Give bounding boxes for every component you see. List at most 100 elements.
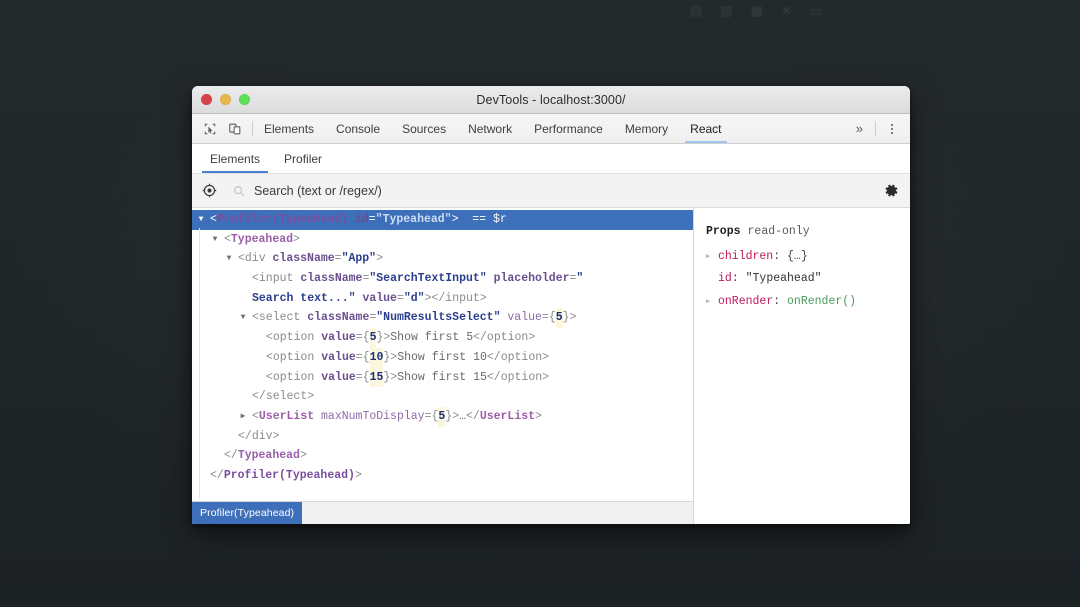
tree-row[interactable]: < option value ={10}> Show first 10 </option… — [192, 347, 693, 368]
prop-separator: : — [773, 249, 788, 263]
tree-token-punc: < — [224, 232, 231, 246]
tree-token-punc: }> — [562, 311, 577, 325]
tree-row[interactable]: <UserList maxNumToDisplay={5}>…</UserLis… — [192, 406, 693, 427]
tab-console[interactable]: Console — [325, 114, 391, 143]
tree-token-text — [266, 249, 273, 269]
toolbar-right-controls: » — [850, 114, 910, 143]
component-tree-scroll[interactable]: <Profiler(Typeahead) id="Typeahead"> == … — [192, 208, 693, 501]
tree-token-punc: < — [266, 350, 273, 364]
tree-row[interactable]: <input className="SearchTextInput" place… — [192, 269, 693, 308]
chevron-right-icon[interactable] — [706, 291, 718, 314]
chevron-right-icon[interactable] — [706, 246, 718, 269]
tab-network[interactable]: Network — [457, 114, 523, 143]
tree-token-text — [314, 348, 321, 368]
tree-token-punc: = — [396, 291, 404, 305]
devtools-toolbar: Elements Console Sources Network Perform… — [192, 114, 910, 144]
tree-token-tag: option — [272, 370, 315, 384]
chevron-down-icon[interactable] — [196, 210, 206, 230]
tree-token-punc: > — [528, 331, 536, 345]
traffic-lights — [201, 94, 250, 105]
tree-row[interactable]: </Typeahead > — [192, 446, 693, 466]
tree-token-punc: </ — [486, 370, 501, 384]
react-subtab-bar: Elements Profiler — [192, 144, 910, 174]
tree-token-punc: < — [266, 370, 273, 384]
tab-sources[interactable]: Sources — [391, 114, 457, 143]
tree-row[interactable]: <div className="App"> — [192, 249, 693, 269]
tree-token-punc: }> — [445, 409, 460, 423]
tree-token-punc: > — [376, 252, 383, 266]
tree-token-attr: value — [507, 311, 542, 325]
tree-token-compb: Profiler(Typeahead) — [216, 213, 349, 226]
tree-token-punc: < — [252, 311, 259, 325]
devtools-panes: <Profiler(Typeahead) id="Typeahead"> == … — [192, 208, 910, 524]
tree-row[interactable]: < option value ={5}> Show first 5 </option > — [192, 328, 693, 348]
window-title-bar[interactable]: DevTools - localhost:3000/ — [192, 86, 910, 114]
inspect-target-icon[interactable] — [200, 182, 218, 200]
props-readonly-label: read-only — [747, 225, 810, 238]
prop-key: onRender — [718, 294, 774, 308]
tree-token-val: "Typeahead" — [375, 213, 452, 226]
tree-row[interactable]: < option value ={15}> Show first 15 </option… — [192, 367, 693, 388]
screen: ▤ ▥ ▦ ✕ ▭ DevTools - localhost:3000/ Ele… — [0, 0, 1080, 607]
prop-row[interactable]: id: "Typeahead" — [706, 268, 900, 291]
tree-row[interactable]: </select > — [192, 387, 693, 407]
chevron-right-icon[interactable] — [238, 407, 248, 427]
tab-react[interactable]: React — [679, 114, 732, 143]
prop-value: onRender() — [787, 294, 857, 308]
more-tabs-chevron-icon[interactable]: » — [850, 121, 869, 136]
tab-memory[interactable]: Memory — [614, 114, 679, 143]
tab-performance[interactable]: Performance — [523, 114, 614, 143]
tree-token-text — [487, 272, 494, 285]
tree-token-punc: < — [252, 272, 259, 286]
tree-token-attrb: value — [362, 291, 397, 305]
device-toolbar-icon[interactable] — [227, 121, 243, 137]
tree-token-num: 10 — [369, 347, 384, 368]
gear-icon[interactable] — [882, 182, 900, 200]
tree-token-punc: > — [479, 291, 487, 305]
tree-token-punc: > — [299, 449, 307, 463]
kebab-menu-icon[interactable] — [882, 123, 902, 134]
chevron-down-icon[interactable] — [238, 308, 248, 328]
prop-row[interactable]: onRender: onRender() — [706, 291, 900, 314]
tree-token-text: Show first 5 — [390, 331, 474, 345]
kebab-dot-2 — [891, 127, 893, 130]
tree-row[interactable]: </Profiler(Typeahead) > — [192, 466, 693, 486]
kebab-dot-3 — [891, 131, 893, 134]
tree-row[interactable]: <Profiler(Typeahead) id="Typeahead"> == … — [192, 210, 693, 230]
devtools-tab-list: Elements Console Sources Network Perform… — [253, 114, 850, 143]
component-tree: <Profiler(Typeahead) id="Typeahead"> == … — [192, 210, 693, 486]
prop-row[interactable]: children: {…} — [706, 246, 900, 269]
tree-row[interactable]: <Typeahead> — [192, 230, 693, 250]
tab-elements[interactable]: Elements — [253, 114, 325, 143]
close-window-button[interactable] — [201, 94, 212, 105]
tree-token-punc: </ — [252, 390, 266, 404]
prop-value: "Typeahead" — [745, 272, 822, 285]
search-input[interactable] — [254, 183, 874, 198]
tree-token-punc: </ — [466, 409, 480, 423]
subtab-elements[interactable]: Elements — [198, 144, 272, 173]
breadcrumb-item-profiler[interactable]: Profiler(Typeahead) — [192, 502, 303, 524]
tree-row[interactable]: <select className="NumResultsSelect" val… — [192, 308, 693, 329]
chevron-down-icon[interactable] — [224, 249, 234, 269]
tree-token-attr: maxNumToDisplay — [321, 409, 425, 423]
inspect-element-icon[interactable] — [202, 121, 218, 137]
tree-token-punc: > — [354, 468, 362, 482]
tree-token-punc: </ — [238, 429, 252, 443]
maximize-window-button[interactable] — [239, 94, 250, 105]
tree-token-text — [314, 368, 321, 388]
tree-token-punc: ={ — [424, 409, 439, 423]
prop-key: children — [718, 249, 774, 263]
chevron-down-icon[interactable] — [210, 230, 220, 250]
tree-token-tag: select — [258, 311, 301, 325]
props-title: Props — [706, 225, 741, 238]
toolbar-right-divider — [875, 121, 876, 136]
tree-token-punc: > — [535, 409, 542, 423]
minimize-window-button[interactable] — [220, 94, 231, 105]
tree-token-comp: Typeahead — [237, 449, 300, 463]
tree-token-punc: ={ — [355, 331, 370, 345]
tree-row[interactable]: </div > — [192, 427, 693, 447]
tree-token-attrb: value — [321, 331, 356, 345]
subtab-profiler[interactable]: Profiler — [272, 144, 334, 173]
tree-token-punc: }> — [383, 370, 398, 384]
search-bar — [192, 174, 910, 208]
